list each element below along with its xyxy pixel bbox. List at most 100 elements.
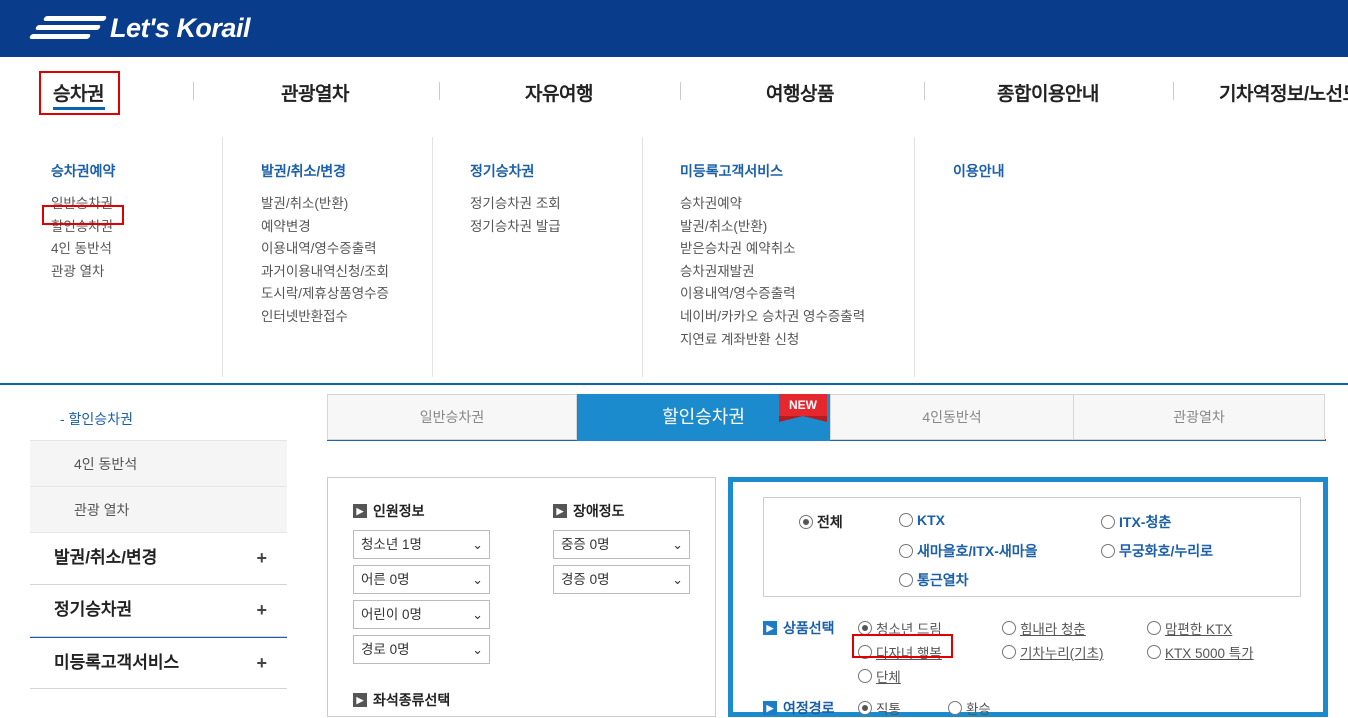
arrow-right-icon: ▶	[763, 621, 777, 635]
left-nav: - 할인승차권 4인 동반석 관광 열차 발권/취소/변경 + 정기승차권 + …	[30, 397, 287, 689]
mega-title[interactable]: 이용안내	[953, 161, 1005, 181]
select-senior[interactable]: 경로 0명 ⌄	[353, 635, 490, 664]
tab-tour[interactable]: 관광열차	[1073, 394, 1325, 440]
mega-item[interactable]: 승차권예약	[680, 193, 865, 216]
mega-item[interactable]: 이용내역/영수증출력	[680, 283, 865, 306]
mega-item[interactable]: 이용내역/영수증출력	[261, 238, 389, 261]
lnb-main-season[interactable]: 정기승차권 +	[30, 585, 287, 637]
mega-col-season: 정기승차권 정기승차권 조회 정기승차권 발급	[432, 137, 642, 377]
mega-item[interactable]: 지연료 계좌반환 신청	[680, 329, 865, 352]
arrow-right-icon: ▶	[553, 504, 567, 518]
arrow-right-icon: ▶	[763, 701, 777, 715]
mega-col-info: 이용안내	[914, 137, 1214, 377]
mega-col-reservation: 승차권예약 일반승차권 할인승차권 4인 동반석 관광 열차	[30, 137, 222, 377]
highlight-box-multichild	[852, 634, 953, 658]
chevron-down-icon: ⌄	[672, 572, 683, 587]
tab-4seat[interactable]: 4인동반석	[830, 394, 1074, 440]
gnb-travel-product[interactable]: 여행상품	[766, 79, 834, 106]
mega-title[interactable]: 승차권예약	[51, 161, 115, 181]
route-title: ▶ 여정경로	[763, 698, 835, 718]
gnb-tour-train[interactable]: 관광열차	[281, 79, 349, 106]
gnb-separator	[193, 82, 194, 100]
highlight-box-gnb	[39, 71, 120, 115]
radio-icon	[1101, 544, 1115, 558]
radio-checked-icon	[858, 701, 872, 715]
mega-item[interactable]: 과거이용내역신청/조회	[261, 261, 389, 284]
mega-title[interactable]: 발권/취소/변경	[261, 161, 346, 181]
radio-cheer-youth[interactable]: 힘내라 청춘	[1002, 618, 1086, 638]
select-severe[interactable]: 중증 0명 ⌄	[553, 530, 690, 559]
radio-commuter[interactable]: 통근열차	[899, 570, 969, 590]
lnb-main-label: 미등록고객서비스	[54, 653, 180, 672]
gnb-separator	[924, 82, 925, 100]
mega-item[interactable]: 인터넷반환접수	[261, 306, 389, 329]
radio-saemaeul[interactable]: 새마을호/ITX-새마을	[899, 541, 1038, 561]
radio-icon	[899, 513, 913, 527]
radio-ktx[interactable]: KTX	[899, 512, 945, 528]
radio-mugunghwa[interactable]: 무궁화호/누리로	[1101, 541, 1213, 561]
korail-logo[interactable]: Let's Korail	[28, 10, 250, 46]
mega-col-guest: 미등록고객서비스 승차권예약 발권/취소(반환) 받은승차권 예약취소 승차권재…	[642, 137, 914, 377]
lnb-main-label: 발권/취소/변경	[54, 548, 158, 567]
gnb-separator	[1173, 82, 1174, 100]
mega-item[interactable]: 도시락/제휴상품영수증	[261, 283, 389, 306]
radio-transfer[interactable]: 환승	[948, 698, 991, 718]
mega-item[interactable]: 정기승차권 조회	[470, 193, 561, 216]
lnb-sub-discount[interactable]: - 할인승차권	[30, 397, 287, 441]
mega-menu: 승차권예약 일반승차권 할인승차권 4인 동반석 관광 열차 발권/취소/변경 …	[0, 127, 1348, 385]
radio-ktx-5000[interactable]: KTX 5000 특가	[1147, 642, 1254, 662]
chevron-down-icon: ⌄	[472, 642, 483, 657]
mega-item[interactable]: 승차권재발권	[680, 261, 865, 284]
select-youth[interactable]: 청소년 1명 ⌄	[353, 530, 490, 559]
radio-itx-cheongchun[interactable]: ITX-청춘	[1101, 512, 1171, 532]
mega-item[interactable]: 네이버/카카오 승차권 영수증출력	[680, 306, 865, 329]
product-title: ▶ 상품선택	[763, 618, 835, 638]
tab-general[interactable]: 일반승차권	[327, 394, 577, 440]
radio-icon	[1147, 645, 1161, 659]
gnb-free-travel[interactable]: 자유여행	[525, 79, 593, 106]
logo-text: Let's Korail	[110, 12, 250, 43]
radio-icon	[1101, 515, 1115, 529]
gnb-separator	[439, 82, 440, 100]
radio-checked-icon	[799, 515, 813, 529]
select-child[interactable]: 어린이 0명 ⌄	[353, 600, 490, 629]
radio-direct[interactable]: 직통	[858, 698, 901, 718]
seat-title: ▶ 좌석종류선택	[353, 690, 450, 710]
chevron-down-icon: ⌄	[672, 537, 683, 552]
mega-item[interactable]: 정기승차권 발급	[470, 216, 561, 239]
mega-item[interactable]: 관광 열차	[51, 261, 113, 284]
lnb-sub-tour[interactable]: 관광 열차	[30, 487, 287, 533]
mega-col-issue: 발권/취소/변경 발권/취소(반환) 예약변경 이용내역/영수증출력 과거이용내…	[222, 137, 432, 377]
gnb-separator	[680, 82, 681, 100]
mega-item[interactable]: 4인 동반석	[51, 238, 113, 261]
radio-gicha-nuri[interactable]: 기차누리(기초)	[1002, 642, 1104, 662]
mega-title[interactable]: 미등록고객서비스	[680, 161, 783, 181]
lnb-sub-4seat[interactable]: 4인 동반석	[30, 441, 287, 487]
new-badge: NEW	[779, 394, 827, 422]
radio-icon	[899, 573, 913, 587]
radio-comfort-ktx[interactable]: 맘편한 KTX	[1147, 618, 1232, 638]
mega-item[interactable]: 받은승차권 예약취소	[680, 238, 865, 261]
radio-group[interactable]: 단체	[858, 666, 901, 686]
lnb-main-issue[interactable]: 발권/취소/변경 +	[30, 533, 287, 585]
train-category-box: 전체 KTX ITX-청춘 새마을호/ITX-새마을 무궁화호/누리로 통근열차	[763, 497, 1301, 597]
gnb-guide[interactable]: 종합이용안내	[997, 79, 1099, 106]
mega-item[interactable]: 발권/취소(반환)	[261, 193, 389, 216]
plus-icon: +	[256, 548, 267, 568]
arrow-right-icon: ▶	[353, 504, 367, 518]
plus-icon: +	[256, 600, 267, 620]
gnb-station-info[interactable]: 기차역정보/노선도	[1219, 79, 1348, 106]
radio-icon	[1147, 621, 1161, 635]
radio-icon	[1002, 621, 1016, 635]
radio-all[interactable]: 전체	[799, 512, 843, 532]
top-header: Let's Korail	[0, 0, 1348, 57]
mega-item[interactable]: 발권/취소(반환)	[680, 216, 865, 239]
mega-item[interactable]: 예약변경	[261, 216, 389, 239]
people-title: ▶ 인원정보	[353, 501, 425, 521]
mega-title[interactable]: 정기승차권	[470, 161, 534, 181]
lnb-main-guest[interactable]: 미등록고객서비스 +	[30, 637, 287, 689]
chevron-down-icon: ⌄	[472, 572, 483, 587]
select-adult[interactable]: 어른 0명 ⌄	[353, 565, 490, 594]
select-mild[interactable]: 경증 0명 ⌄	[553, 565, 690, 594]
chevron-down-icon: ⌄	[472, 607, 483, 622]
